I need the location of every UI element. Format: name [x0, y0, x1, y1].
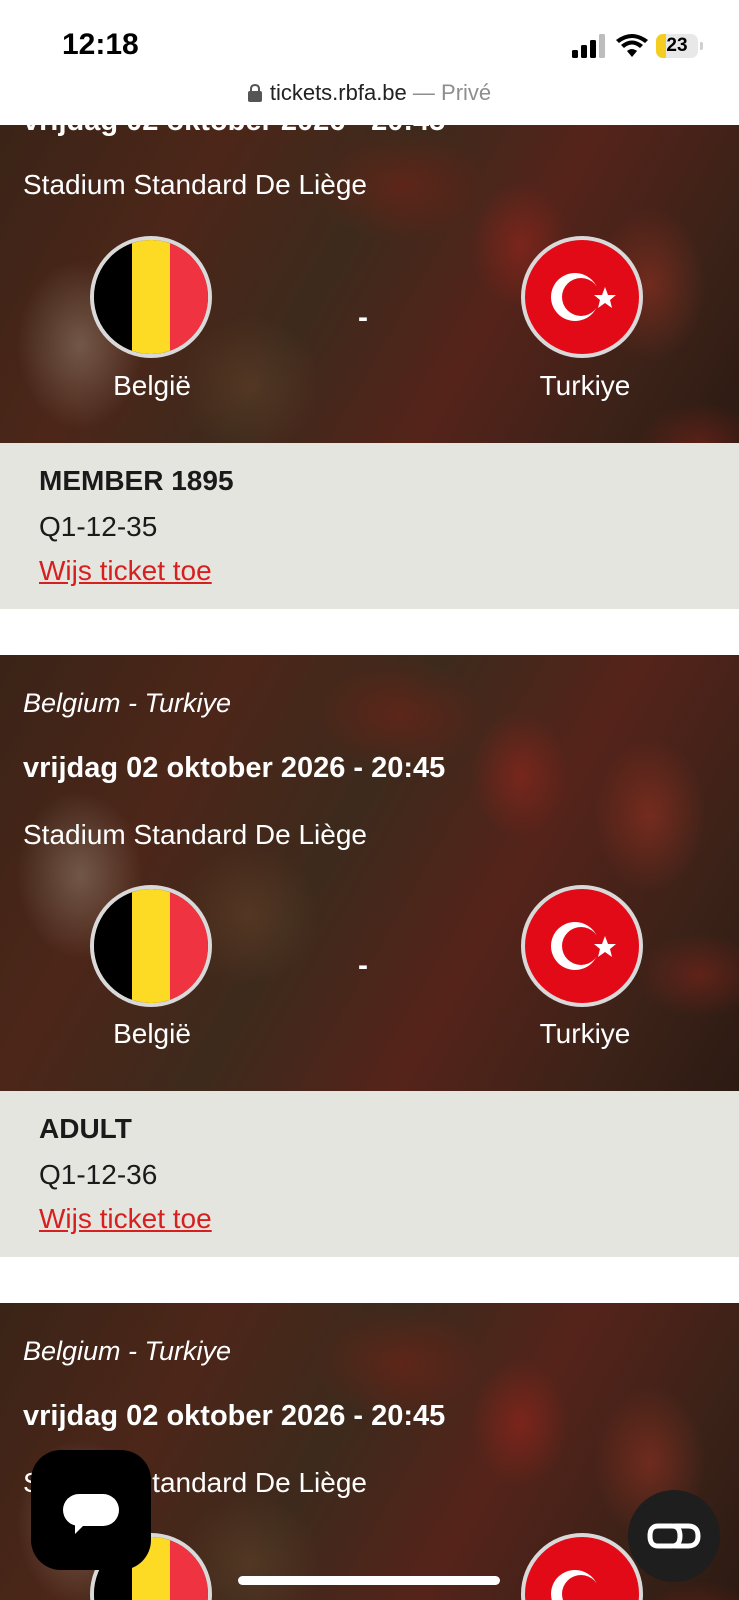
loop-icon — [647, 1523, 701, 1549]
ticket-card: Belgium - Turkiye vrijdag 02 oktober 202… — [0, 655, 739, 1257]
ticket-info: ADULT Q1-12-36 Wijs ticket toe — [0, 1091, 739, 1257]
ticket-card: vrijdag 02 oktober 2026 - 20:45 Stadium … — [0, 125, 739, 609]
url-bar[interactable]: tickets.rbfa.be — Privé — [0, 80, 739, 106]
chat-bubble-tail — [75, 1522, 87, 1534]
match-hero: vrijdag 02 oktober 2026 - 20:45 Stadium … — [0, 125, 739, 443]
turkey-flag-icon — [521, 1533, 643, 1600]
home-indicator[interactable] — [238, 1576, 500, 1585]
away-team-name: Turkiye — [539, 370, 631, 401]
stadium-name: Stadium Standard De Liège — [23, 169, 367, 200]
match-date: vrijdag 02 oktober 2026 - 20:45 — [23, 752, 446, 784]
versus-separator: - — [358, 301, 368, 334]
chat-button[interactable] — [31, 1450, 151, 1570]
belgium-flag-icon — [90, 885, 212, 1007]
private-mode-label: — Privé — [412, 80, 492, 105]
ticket-category: MEMBER 1895 — [39, 465, 234, 496]
turkey-flag-icon — [521, 236, 643, 358]
away-team-name: Turkiye — [539, 1018, 631, 1049]
lock-icon — [247, 84, 262, 102]
match-date: vrijdag 02 oktober 2026 - 20:45 — [23, 1400, 446, 1432]
match-hero: Belgium - Turkiye vrijdag 02 oktober 202… — [0, 655, 739, 1091]
ticket-info: MEMBER 1895 Q1-12-35 Wijs ticket toe — [0, 443, 739, 609]
match-name: Belgium - Turkiye — [23, 1336, 232, 1366]
battery-tip — [700, 42, 703, 50]
versus-separator: - — [358, 949, 368, 982]
url-domain: tickets.rbfa.be — [269, 80, 407, 105]
battery-icon: 23 — [656, 34, 698, 58]
belgium-flag-icon — [90, 236, 212, 358]
ticket-category: ADULT — [39, 1113, 132, 1144]
battery-level: 23 — [666, 35, 688, 56]
wifi-icon — [616, 34, 648, 57]
loop-button[interactable] — [628, 1490, 720, 1582]
home-team-name: België — [113, 370, 191, 401]
cellular-signal-icon — [572, 34, 605, 58]
turkey-flag-icon — [521, 885, 643, 1007]
home-team-name: België — [113, 1018, 191, 1049]
assign-ticket-link[interactable]: Wijs ticket toe — [39, 555, 212, 587]
status-time: 12:18 — [62, 28, 139, 61]
stadium-name: Stadium Standard De Liège — [23, 819, 367, 850]
chat-bubble-icon — [63, 1494, 119, 1526]
seat-number: Q1-12-35 — [39, 511, 158, 542]
status-bar: 12:18 23 tickets.rbfa.be — Privé — [0, 0, 739, 125]
seat-number: Q1-12-36 — [39, 1159, 158, 1190]
assign-ticket-link[interactable]: Wijs ticket toe — [39, 1203, 212, 1235]
match-name: Belgium - Turkiye — [23, 688, 232, 718]
match-date: vrijdag 02 oktober 2026 - 20:45 — [23, 125, 445, 138]
